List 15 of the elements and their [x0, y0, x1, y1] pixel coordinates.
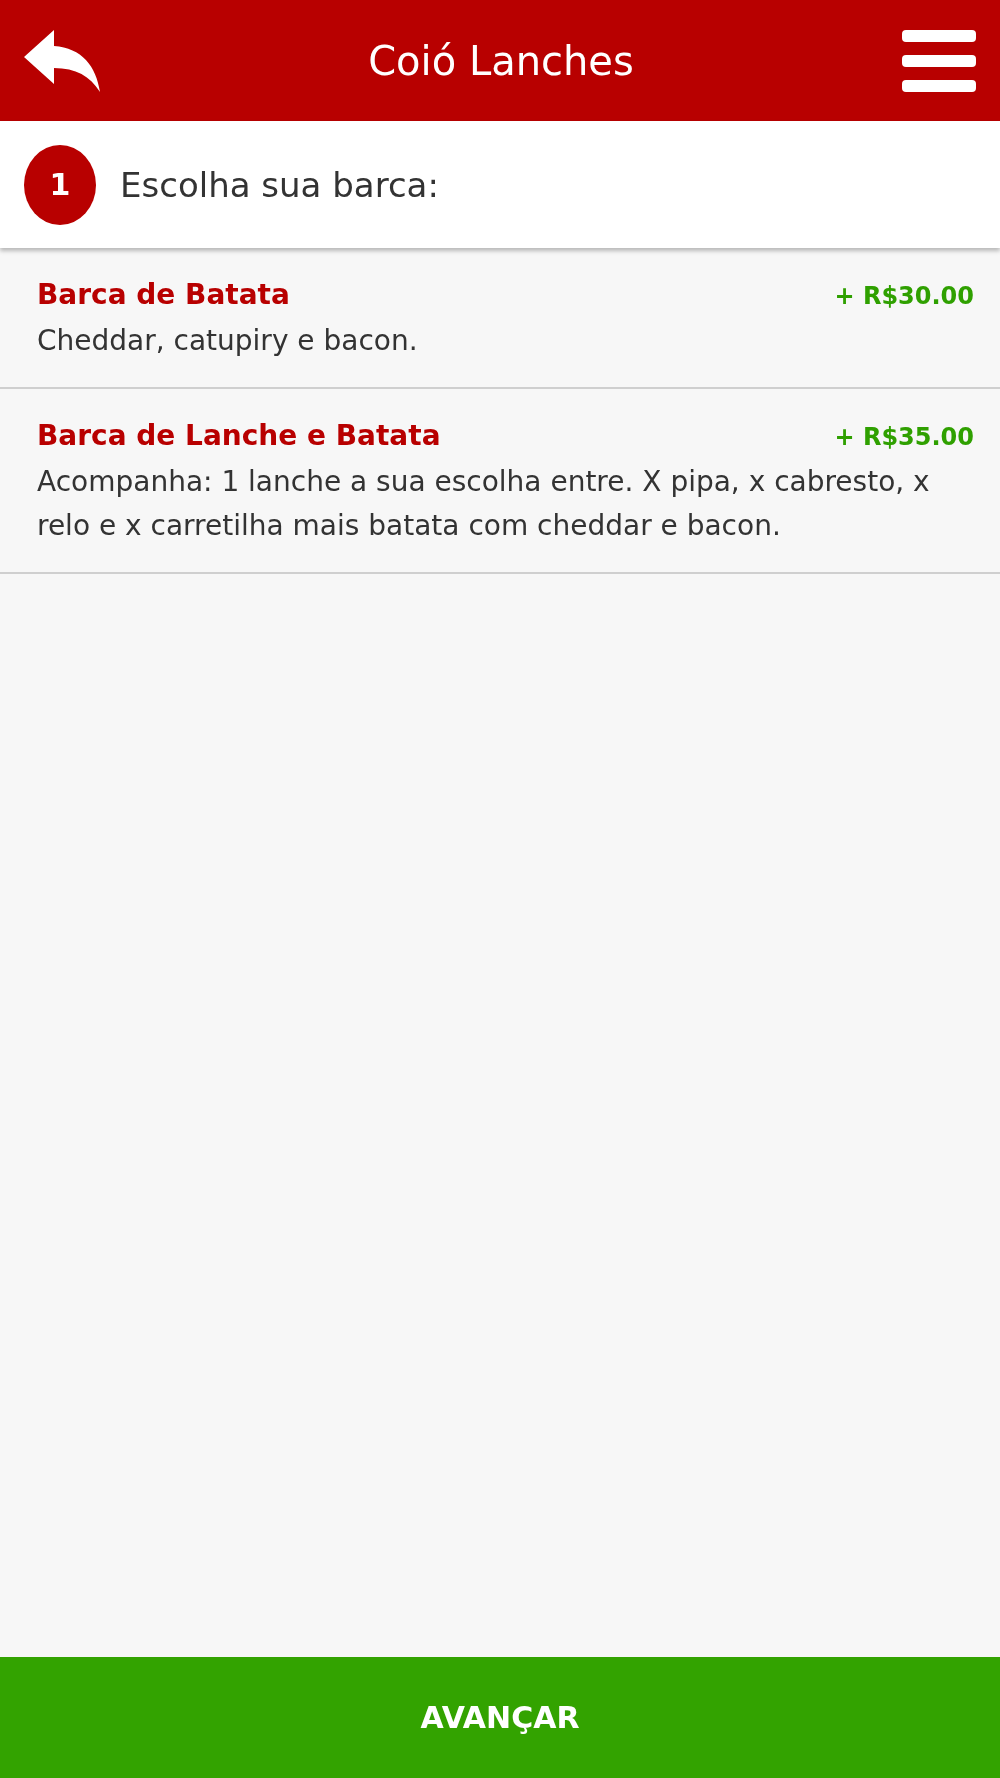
option-name: Barca de Batata: [37, 278, 290, 311]
option-description: Cheddar, catupiry e bacon.: [37, 323, 419, 359]
option-price: + R$35.00: [834, 423, 974, 451]
back-button[interactable]: [24, 29, 100, 92]
option-item[interactable]: Barca de Batata + R$30.00 Cheddar, catupiry e bacon.: [0, 248, 1000, 389]
step-number: 1: [24, 144, 96, 225]
option-price: + R$30.00: [834, 282, 974, 310]
menu-button[interactable]: [902, 29, 976, 92]
reply-arrow-icon: [24, 29, 100, 92]
app-title: Coió Lanches: [368, 37, 634, 84]
menu-icon: [902, 29, 976, 92]
step-label: Escolha sua barca:: [120, 164, 439, 205]
option-item[interactable]: Barca de Lanche e Batata + R$35.00 Acompanha: 1 lanche a sua escolha entre. X pipa, x cabresto, x relo e x carretilha mais batata com cheddar e bacon.: [0, 389, 1000, 574]
option-description: Acompanha: 1 lanche a sua escolha entre. X pipa, x cabresto, x relo e x carretilha mais batata com cheddar e bacon.: [37, 464, 931, 544]
option-name: Barca de Lanche e Batata: [37, 419, 441, 452]
